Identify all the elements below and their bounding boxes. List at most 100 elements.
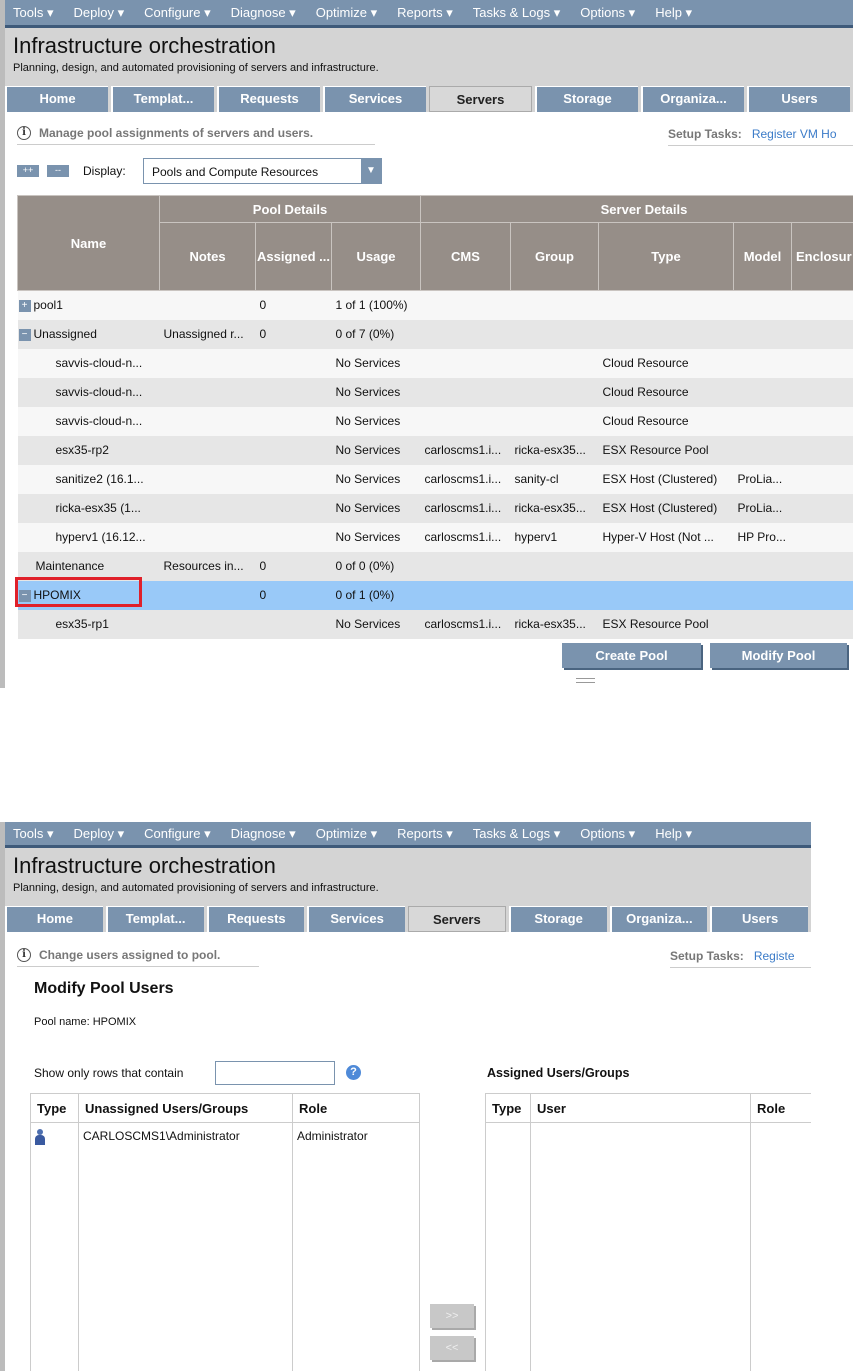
col-unassigned-users[interactable]: Unassigned Users/Groups bbox=[78, 1093, 293, 1123]
tab-servers[interactable]: Servers bbox=[429, 86, 532, 112]
menu-diagnose[interactable]: Diagnose ▾ bbox=[231, 826, 296, 842]
menu-tasks-logs[interactable]: Tasks & Logs ▾ bbox=[473, 5, 560, 21]
col-role[interactable]: Role bbox=[292, 1093, 420, 1123]
tab-home[interactable]: Home bbox=[5, 86, 108, 112]
cell-group: ricka-esx35... bbox=[510, 493, 599, 523]
cell-type bbox=[598, 290, 734, 320]
menu-tools[interactable]: Tools ▾ bbox=[13, 826, 54, 842]
expand-icon[interactable]: + bbox=[18, 300, 31, 313]
menu-configure[interactable]: Configure ▾ bbox=[144, 5, 211, 21]
setup-tasks-label: Setup Tasks: bbox=[670, 949, 744, 963]
table-row[interactable]: Maintenance Resources in... 0 0 of 0 (0%) bbox=[17, 551, 853, 581]
table-row[interactable]: ricka-esx35 (1... No Services carloscms1.i… bbox=[17, 493, 853, 523]
col-cms[interactable]: CMS bbox=[420, 222, 511, 291]
tab-users[interactable]: Users bbox=[747, 86, 850, 112]
table-row[interactable]: + pool1 0 1 of 1 (100%) bbox=[17, 290, 853, 320]
menu-help[interactable]: Help ▾ bbox=[655, 826, 692, 842]
col-group[interactable]: Group bbox=[510, 222, 599, 291]
menu-optimize[interactable]: Optimize ▾ bbox=[316, 826, 377, 842]
menu-options[interactable]: Options ▾ bbox=[580, 5, 635, 21]
cell-model bbox=[733, 348, 792, 378]
table-row[interactable]: − Unassigned Unassigned r... 0 0 of 7 (0%) bbox=[17, 319, 853, 349]
display-select[interactable]: Pools and Compute Resources ▼ bbox=[143, 158, 382, 184]
collapse-all-button[interactable]: -- bbox=[47, 165, 69, 177]
tab-templates[interactable]: Templat... bbox=[105, 906, 204, 932]
register-vm-host-link[interactable]: Register VM Ho bbox=[752, 127, 837, 141]
cell-assigned bbox=[255, 609, 332, 639]
menu-tasks-logs[interactable]: Tasks & Logs ▾ bbox=[473, 826, 560, 842]
col-type[interactable]: Type bbox=[485, 1093, 531, 1123]
row-name: esx35-rp2 bbox=[55, 443, 109, 457]
col-type[interactable]: Type bbox=[598, 222, 734, 291]
menu-diagnose[interactable]: Diagnose ▾ bbox=[231, 5, 296, 21]
menu-tools[interactable]: Tools ▾ bbox=[13, 5, 54, 21]
tab-templates[interactable]: Templat... bbox=[111, 86, 214, 112]
table-row[interactable]: − HPOMIX 0 0 of 1 (0%) bbox=[17, 580, 853, 610]
cell-usage: No Services bbox=[331, 435, 421, 465]
menu-options[interactable]: Options ▾ bbox=[580, 826, 635, 842]
tab-users[interactable]: Users bbox=[710, 906, 808, 932]
user-row[interactable]: CARLOSCMS1\Administrator Administrator bbox=[30, 1122, 420, 1371]
table-row[interactable]: savvis-cloud-n... No Services Cloud Resour… bbox=[17, 348, 853, 378]
menu-help[interactable]: Help ▾ bbox=[655, 5, 692, 21]
cell-group: sanity-cl bbox=[510, 464, 599, 494]
expand-all-button[interactable]: ++ bbox=[17, 165, 39, 177]
tab-organizations[interactable]: Organiza... bbox=[609, 906, 708, 932]
col-user[interactable]: User bbox=[530, 1093, 751, 1123]
table-row[interactable]: esx35-rp2 No Services carloscms1.i... ricka… bbox=[17, 435, 853, 465]
page-subtitle: Planning, design, and automated provisio… bbox=[13, 62, 379, 74]
tab-organizations[interactable]: Organiza... bbox=[641, 86, 744, 112]
tab-servers[interactable]: Servers bbox=[408, 906, 506, 932]
tab-requests[interactable]: Requests bbox=[217, 86, 320, 112]
table-row[interactable]: esx35-rp1 No Services carloscms1.i... ricka… bbox=[17, 609, 853, 639]
display-select-value: Pools and Compute Resources bbox=[152, 165, 319, 179]
menu-configure[interactable]: Configure ▾ bbox=[144, 826, 211, 842]
tab-storage[interactable]: Storage bbox=[535, 86, 638, 112]
menu-deploy[interactable]: Deploy ▾ bbox=[74, 5, 125, 21]
cell-assigned bbox=[255, 522, 332, 552]
table-row[interactable]: savvis-cloud-n... No Services Cloud Resour… bbox=[17, 377, 853, 407]
col-type[interactable]: Type bbox=[30, 1093, 79, 1123]
page-subtitle: Planning, design, and automated provisio… bbox=[13, 882, 379, 894]
cell-cms bbox=[420, 377, 511, 407]
col-usage[interactable]: Usage bbox=[331, 222, 421, 291]
col-role[interactable]: Role bbox=[750, 1093, 811, 1123]
col-enclosure[interactable]: Enclosur bbox=[791, 222, 853, 291]
help-icon[interactable]: ? bbox=[346, 1065, 361, 1080]
col-assigned[interactable]: Assigned ... bbox=[255, 222, 332, 291]
tab-requests[interactable]: Requests bbox=[206, 906, 305, 932]
row-name: savvis-cloud-n... bbox=[55, 385, 143, 399]
tab-services[interactable]: Services bbox=[323, 86, 426, 112]
tab-services[interactable]: Services bbox=[307, 906, 405, 932]
table-row[interactable]: sanitize2 (16.1... No Services carloscms1.… bbox=[17, 464, 853, 494]
cell-model bbox=[733, 609, 792, 639]
remove-user-button[interactable]: << bbox=[430, 1336, 474, 1360]
menu-reports[interactable]: Reports ▾ bbox=[397, 5, 453, 21]
col-name[interactable]: Name bbox=[17, 195, 160, 291]
row-name: savvis-cloud-n... bbox=[55, 356, 143, 370]
cell-model: ProLia... bbox=[733, 493, 792, 523]
menu-reports[interactable]: Reports ▾ bbox=[397, 826, 453, 842]
create-pool-button[interactable]: Create Pool bbox=[562, 643, 701, 668]
col-notes[interactable]: Notes bbox=[159, 222, 256, 291]
cell-cms bbox=[420, 406, 511, 436]
cell-assigned: 0 bbox=[255, 319, 332, 349]
cell-type: Hyper-V Host (Not ... bbox=[598, 522, 734, 552]
tab-storage[interactable]: Storage bbox=[508, 906, 607, 932]
resize-handle[interactable] bbox=[576, 678, 595, 683]
col-model[interactable]: Model bbox=[733, 222, 792, 291]
add-user-button[interactable]: >> bbox=[430, 1304, 474, 1328]
cell-cms: carloscms1.i... bbox=[420, 493, 511, 523]
cell-model bbox=[733, 551, 792, 581]
row-name: savvis-cloud-n... bbox=[55, 414, 143, 428]
collapse-icon[interactable]: − bbox=[18, 328, 31, 341]
menu-deploy[interactable]: Deploy ▾ bbox=[74, 826, 125, 842]
register-link[interactable]: Registe bbox=[754, 949, 795, 963]
table-row[interactable]: hyperv1 (16.12... No Services carloscms1.i… bbox=[17, 522, 853, 552]
table-row[interactable]: savvis-cloud-n... No Services Cloud Resour… bbox=[17, 406, 853, 436]
modify-pool-button[interactable]: Modify Pool bbox=[710, 643, 847, 668]
filter-input[interactable] bbox=[215, 1061, 335, 1085]
menu-optimize[interactable]: Optimize ▾ bbox=[316, 5, 377, 21]
cell-assigned: 0 bbox=[255, 551, 332, 581]
tab-home[interactable]: Home bbox=[5, 906, 103, 932]
